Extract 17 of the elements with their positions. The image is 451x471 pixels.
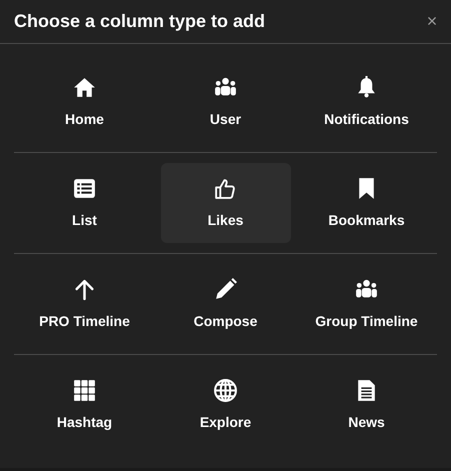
column-type-option[interactable]: Likes	[160, 163, 290, 243]
column-type-option[interactable]: Bookmarks	[302, 163, 432, 243]
globe-icon	[213, 378, 238, 402]
column-type-option[interactable]: Hashtag	[20, 365, 150, 445]
column-type-option[interactable]: Explore	[160, 365, 290, 445]
pencil-icon	[213, 276, 238, 302]
dialog-title: Choose a column type to add	[14, 10, 266, 33]
column-type-option[interactable]: PRO Timeline	[20, 264, 150, 344]
close-button[interactable]: ×	[421, 10, 443, 32]
grid-icon	[72, 378, 97, 402]
column-type-option[interactable]: List	[20, 163, 150, 243]
column-type-option[interactable]: Compose	[160, 264, 290, 344]
column-type-option[interactable]: Home	[20, 62, 150, 142]
column-type-option[interactable]: News	[302, 365, 432, 445]
column-type-option[interactable]: User	[160, 62, 290, 142]
column-type-option[interactable]: Notifications	[302, 62, 432, 142]
column-type-option[interactable]: Group Timeline	[302, 264, 432, 344]
